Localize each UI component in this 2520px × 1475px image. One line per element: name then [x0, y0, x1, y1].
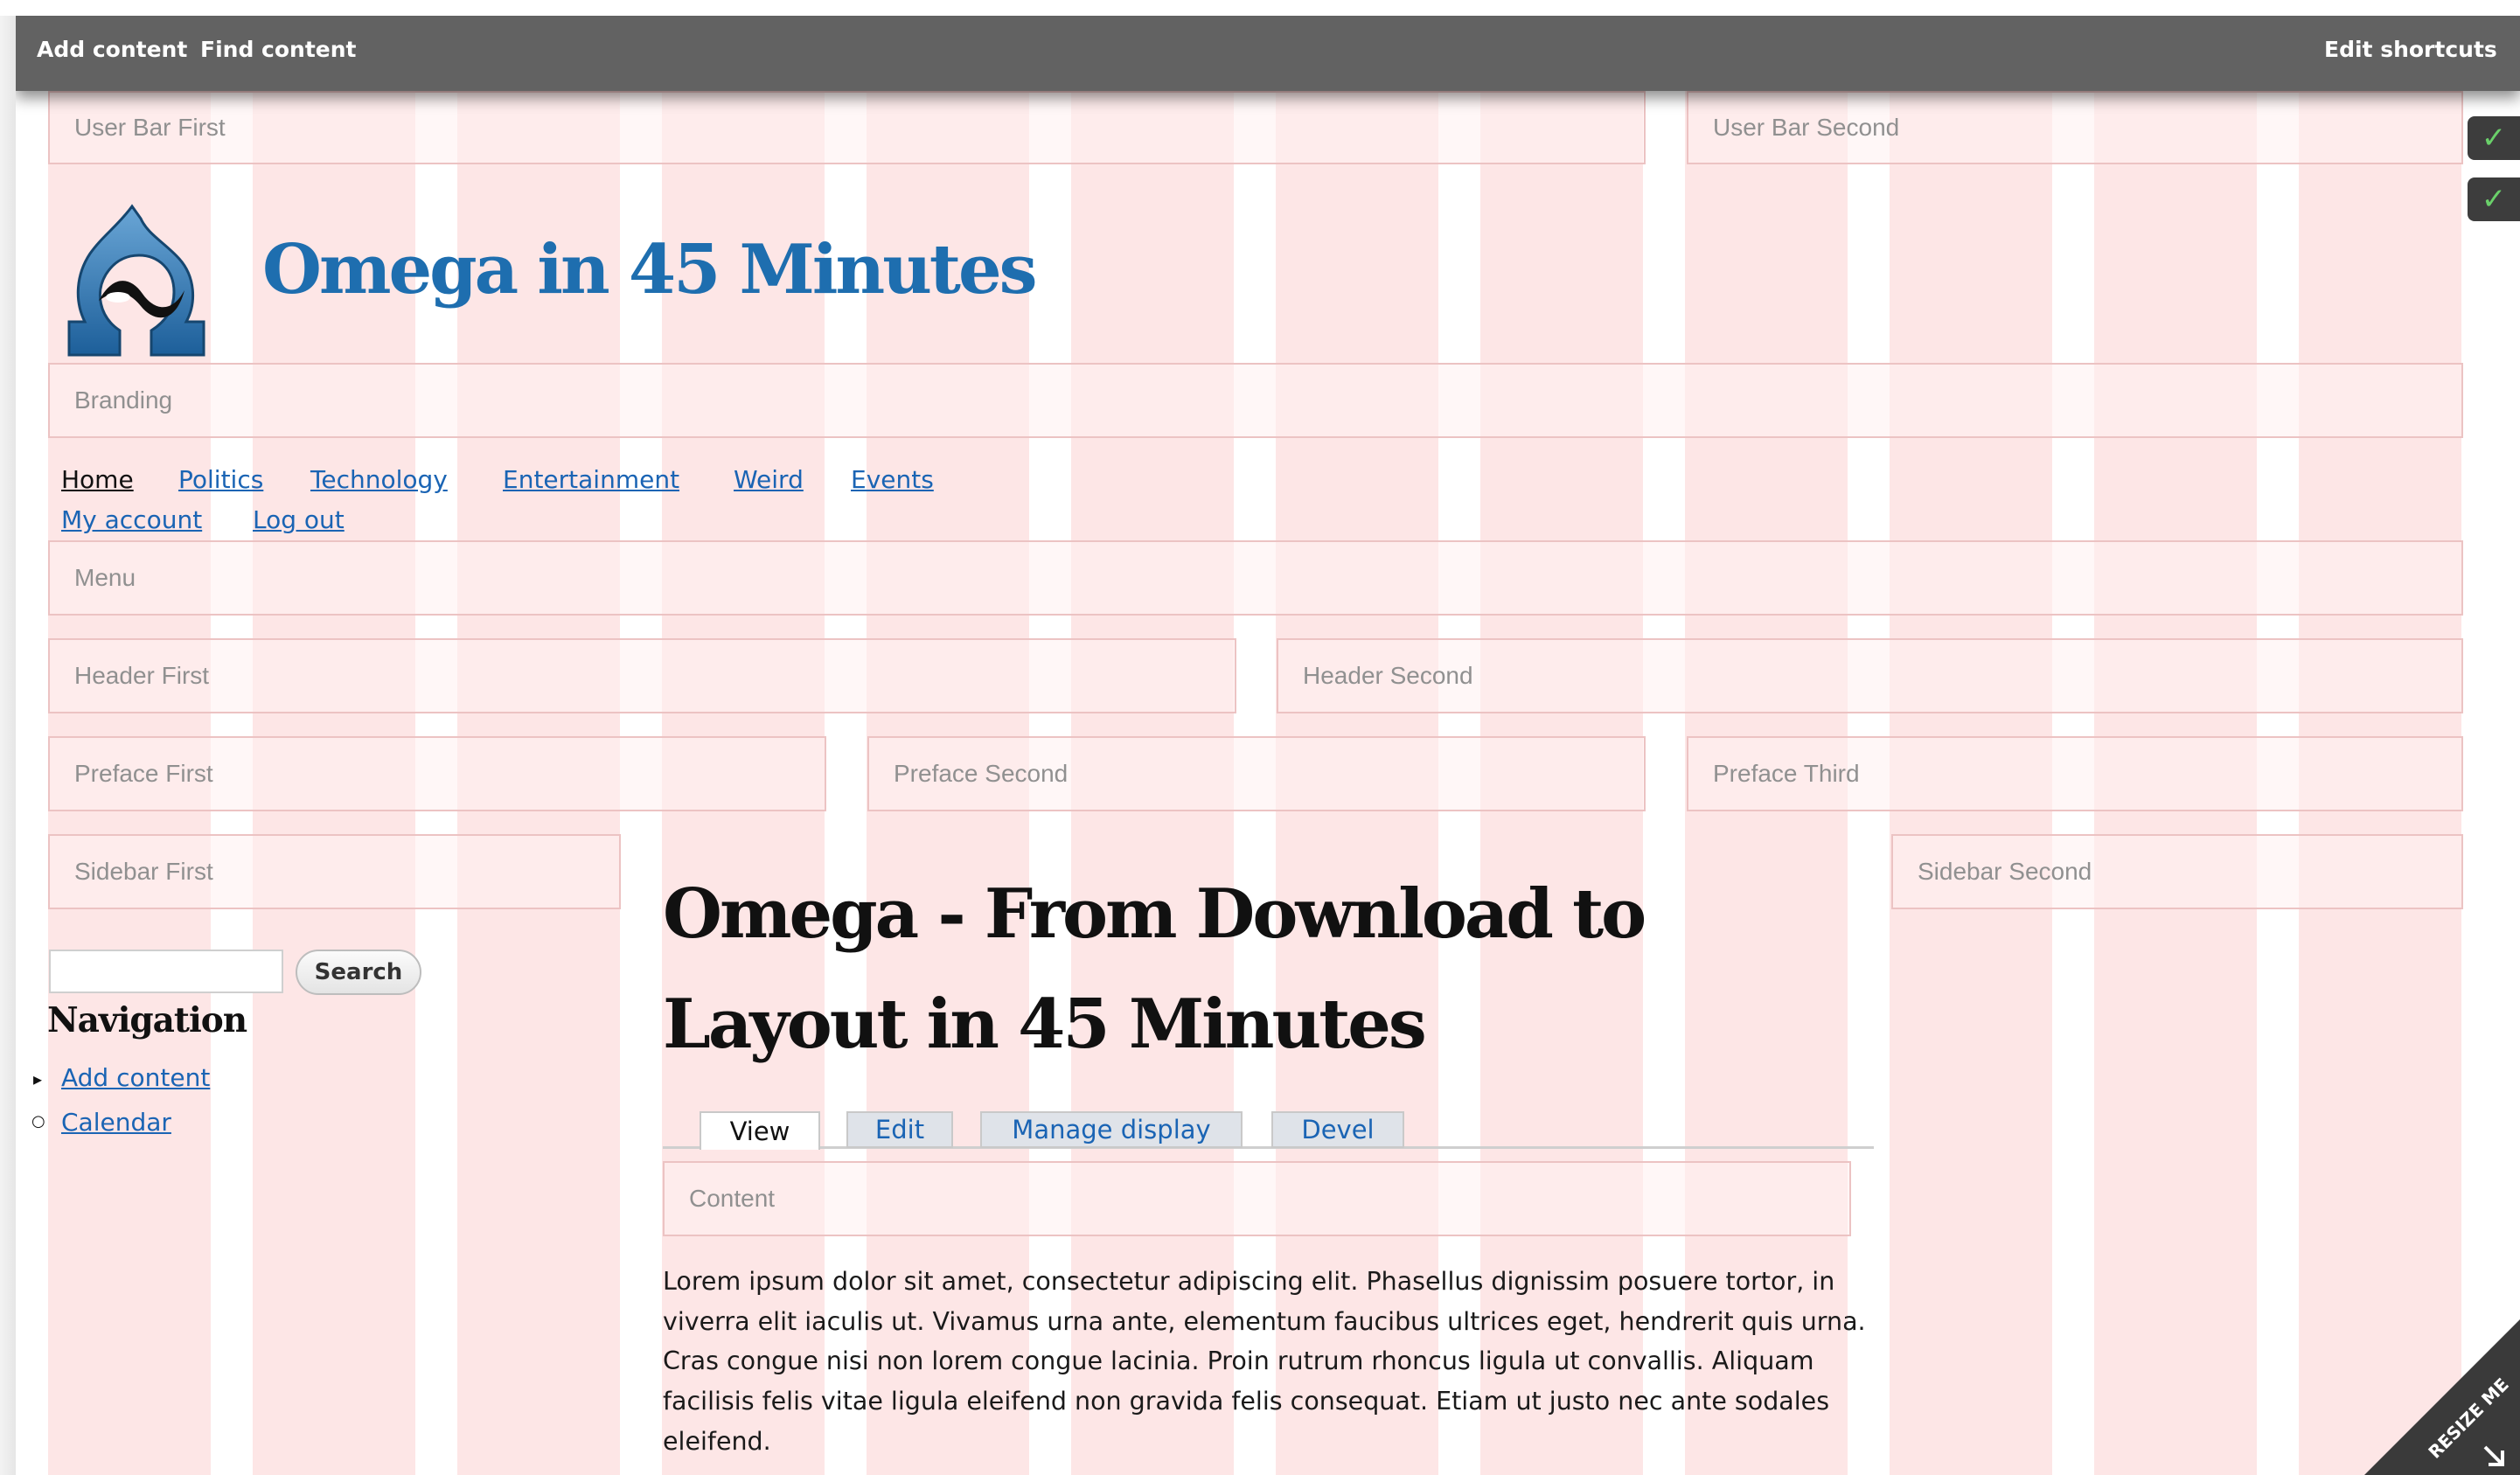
- node-title: Omega - From Download to Layout in 45 Mi…: [663, 859, 1800, 1080]
- region-sidebar-first: Sidebar First: [48, 834, 621, 909]
- resize-corner-icon: RESIZE ME: [2364, 1319, 2520, 1475]
- toolbar-add-content-link[interactable]: Add content: [37, 37, 187, 62]
- region-label: Preface Second: [894, 760, 1069, 787]
- search-button[interactable]: Search: [296, 950, 421, 995]
- toolbar-edit-shortcuts-link[interactable]: Edit shortcuts: [2324, 37, 2497, 62]
- tab-devel[interactable]: Devel: [1271, 1111, 1404, 1148]
- secondary-link-log-out[interactable]: Log out: [253, 505, 345, 534]
- checkmark-icon[interactable]: ✓: [2468, 177, 2520, 221]
- region-preface-second: Preface Second: [867, 736, 1646, 811]
- region-user-bar-second: User Bar Second: [1687, 91, 2463, 164]
- menu-link-technology[interactable]: Technology: [310, 465, 448, 494]
- tab-manage-display[interactable]: Manage display: [980, 1111, 1243, 1148]
- menu-link-entertainment[interactable]: Entertainment: [503, 465, 679, 494]
- region-label: Header First: [74, 662, 210, 689]
- region-header-second: Header Second: [1277, 638, 2463, 713]
- navigation-heading: Navigation: [47, 1000, 247, 1040]
- region-label: Content: [689, 1185, 776, 1212]
- region-label: User Bar Second: [1713, 114, 1900, 141]
- toolbar-find-content-link[interactable]: Find content: [200, 37, 357, 62]
- window-edge: [0, 16, 16, 1475]
- site-name[interactable]: Omega in 45 Minutes: [262, 230, 1037, 310]
- node-title-line: Layout in 45 Minutes: [663, 984, 1427, 1064]
- resize-handle[interactable]: RESIZE ME: [2364, 1319, 2520, 1475]
- region-label: Menu: [74, 564, 136, 591]
- site-logo[interactable]: [64, 199, 212, 365]
- secondary-link-my-account[interactable]: My account: [61, 505, 202, 534]
- menu-link-home[interactable]: Home: [61, 465, 134, 494]
- tabs-underline: [663, 1146, 1874, 1149]
- region-content: Content: [663, 1161, 1851, 1236]
- menu-link-weird[interactable]: Weird: [734, 465, 804, 494]
- omega-logo-icon: [67, 204, 205, 357]
- region-label: Preface First: [74, 760, 213, 787]
- node-title-line: Omega - From Download to: [663, 874, 1646, 954]
- region-branding: Branding: [48, 363, 2463, 438]
- region-header-first: Header First: [48, 638, 1236, 713]
- region-preface-first: Preface First: [48, 736, 826, 811]
- region-label: Sidebar Second: [1918, 858, 2092, 885]
- node-body-text: Lorem ipsum dolor sit amet, consectetur …: [663, 1267, 1866, 1456]
- nav-link-calendar[interactable]: Calendar: [61, 1108, 171, 1137]
- search-input[interactable]: [49, 950, 283, 993]
- region-label: User Bar First: [74, 114, 226, 141]
- checkmark-icon[interactable]: ✓: [2468, 116, 2520, 160]
- region-menu: Menu: [48, 540, 2463, 616]
- page: Add content Find content Edit shortcuts …: [16, 16, 2520, 1475]
- admin-shortcut-toolbar: Add content Find content Edit shortcuts: [16, 16, 2520, 91]
- collapsed-arrow-icon: ▸: [33, 1068, 43, 1089]
- region-label: Branding: [74, 386, 173, 414]
- leaf-circle-icon: ○: [31, 1112, 45, 1131]
- region-label: Sidebar First: [74, 858, 213, 885]
- tab-view[interactable]: View: [700, 1111, 820, 1150]
- menu-link-politics[interactable]: Politics: [178, 465, 263, 494]
- region-user-bar-first: User Bar First: [48, 91, 1646, 164]
- menu-link-events[interactable]: Events: [851, 465, 934, 494]
- tab-edit[interactable]: Edit: [846, 1111, 953, 1148]
- nav-link-add-content[interactable]: Add content: [61, 1063, 210, 1092]
- region-sidebar-second: Sidebar Second: [1891, 834, 2463, 909]
- region-label: Preface Third: [1713, 760, 1860, 787]
- region-preface-third: Preface Third: [1687, 736, 2463, 811]
- region-label: Header Second: [1303, 662, 1473, 689]
